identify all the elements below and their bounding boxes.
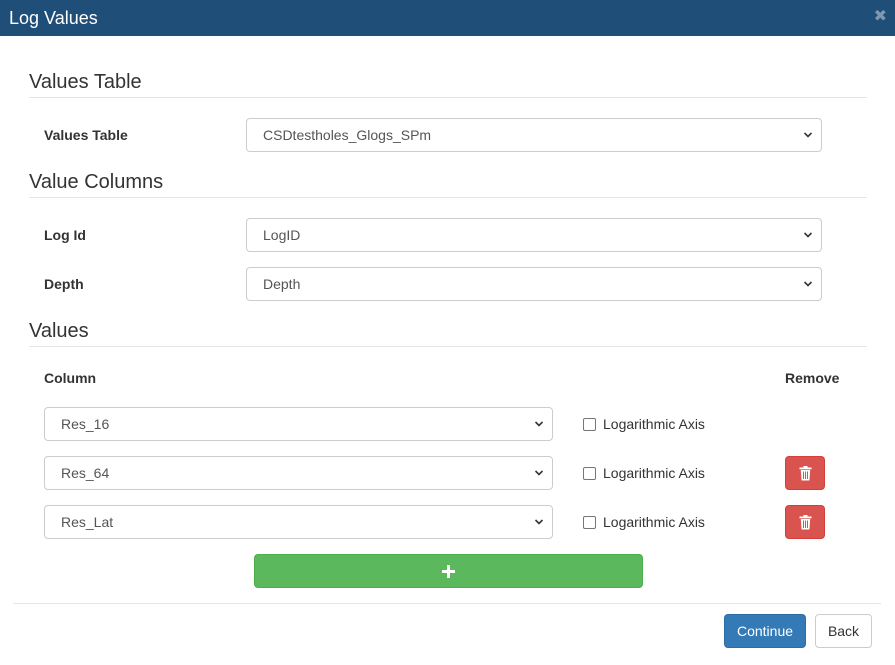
log-id-select[interactable]: LogID — [246, 218, 822, 252]
value-column-select[interactable]: Res_16 — [44, 407, 553, 441]
column-header: Column — [44, 370, 97, 386]
section-heading-values-table: Values Table — [29, 71, 142, 93]
section-divider — [29, 346, 867, 347]
value-column-select[interactable]: Res_Lat — [44, 505, 553, 539]
chevron-down-icon — [535, 420, 543, 428]
chevron-down-icon — [535, 469, 543, 477]
value-column-select[interactable]: Res_64 — [44, 456, 553, 490]
chevron-down-icon — [804, 231, 812, 239]
add-row-button[interactable] — [254, 554, 643, 588]
log-axis-checkbox[interactable] — [583, 467, 596, 480]
value-column-select-value: Res_16 — [61, 416, 110, 432]
depth-label: Depth — [44, 276, 84, 292]
dialog-titlebar: Log Values ✖ — [0, 0, 895, 36]
section-divider — [29, 97, 867, 98]
depth-select-value: Depth — [263, 276, 301, 292]
value-column-select-value: Res_Lat — [61, 514, 114, 530]
log-axis-label: Logarithmic Axis — [603, 465, 705, 481]
remove-row-button[interactable] — [785, 505, 825, 539]
log-axis-checkbox[interactable] — [583, 418, 596, 431]
remove-header: Remove — [785, 370, 840, 386]
log-axis-label: Logarithmic Axis — [603, 416, 705, 432]
trash-icon — [799, 466, 812, 481]
close-icon[interactable]: ✖ — [874, 8, 887, 26]
values-table-label: Values Table — [44, 127, 128, 143]
chevron-down-icon — [804, 131, 812, 139]
log-id-select-value: LogID — [263, 227, 301, 243]
chevron-down-icon — [535, 518, 543, 526]
values-table-select[interactable]: CSDtestholes_Glogs_SPm — [246, 118, 822, 152]
log-axis-checkbox[interactable] — [583, 516, 596, 529]
remove-row-button[interactable] — [785, 456, 825, 490]
plus-icon — [442, 565, 455, 578]
continue-button[interactable]: Continue — [724, 614, 806, 648]
trash-icon — [799, 515, 812, 530]
section-heading-values: Values — [29, 320, 89, 342]
footer-divider — [13, 603, 881, 604]
section-heading-value-columns: Value Columns — [29, 171, 164, 193]
section-divider — [29, 197, 867, 198]
log-axis-label: Logarithmic Axis — [603, 514, 705, 530]
depth-select[interactable]: Depth — [246, 267, 822, 301]
dialog-title: Log Values — [9, 8, 98, 28]
chevron-down-icon — [804, 280, 812, 288]
back-button[interactable]: Back — [815, 614, 872, 648]
log-id-label: Log Id — [44, 227, 86, 243]
values-table-select-value: CSDtestholes_Glogs_SPm — [263, 127, 432, 143]
value-column-select-value: Res_64 — [61, 465, 110, 481]
